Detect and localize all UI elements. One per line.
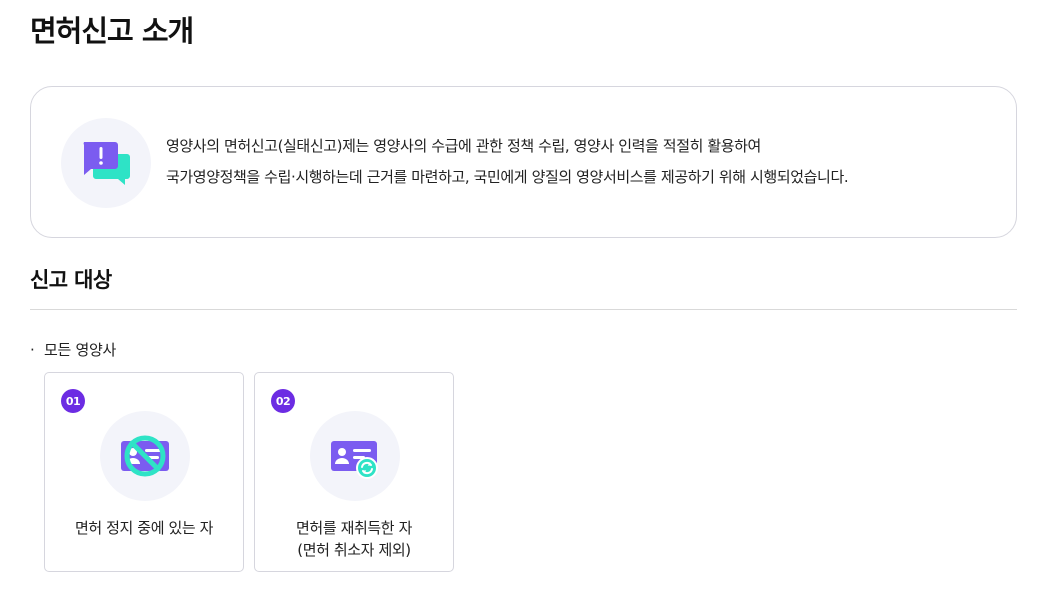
card-label-line: (면허 취소자 제외) [297, 541, 411, 559]
section-divider [30, 309, 1017, 310]
card-number-badge: 02 [271, 389, 295, 413]
intro-icon-circle [61, 118, 151, 208]
card-label-line: 면허 정지 중에 있는 자 [74, 519, 214, 537]
alert-chat-icon [83, 142, 130, 185]
card-label: 면허 정지 중에 있는 자 [45, 517, 243, 539]
intro-line-2: 국가영양정책을 수립·시행하는데 근거를 마련하고, 국민에게 양질의 영양서비… [166, 168, 849, 186]
card-icon-circle [100, 411, 190, 501]
card-label-line: 면허를 재취득한 자 [296, 519, 412, 537]
card-label: 면허를 재취득한 자 (면허 취소자 제외) [255, 517, 453, 561]
intro-line-1: 영양사의 면허신고(실태신고)제는 영양사의 수급에 관한 정책 수립, 영양사… [166, 137, 761, 155]
card-icon-circle [310, 411, 400, 501]
license-reissued-icon [331, 441, 378, 479]
subject-bullet: · 모든 영양사 [30, 339, 116, 360]
target-card-suspended: 01 면허 정지 중에 있는 자 [44, 372, 244, 572]
intro-box: 영양사의 면허신고(실태신고)제는 영양사의 수급에 관한 정책 수립, 영양사… [30, 86, 1017, 238]
bullet-dot: · [30, 341, 35, 359]
intro-text: 영양사의 면허신고(실태신고)제는 영양사의 수급에 관한 정책 수립, 영양사… [166, 131, 849, 193]
target-card-reissued: 02 면허를 재취득한 자 (면허 취소자 제외) [254, 372, 454, 572]
subject-text: 모든 영양사 [44, 341, 116, 359]
card-number-badge: 01 [61, 389, 85, 413]
page-title: 면허신고 소개 [30, 14, 194, 48]
license-suspended-icon [121, 435, 169, 477]
page: 면허신고 소개 영양사의 면허신고(실태신고)제는 영양사의 수급에 관한 정책… [0, 0, 1042, 603]
section-title-target: 신고 대상 [30, 268, 112, 292]
